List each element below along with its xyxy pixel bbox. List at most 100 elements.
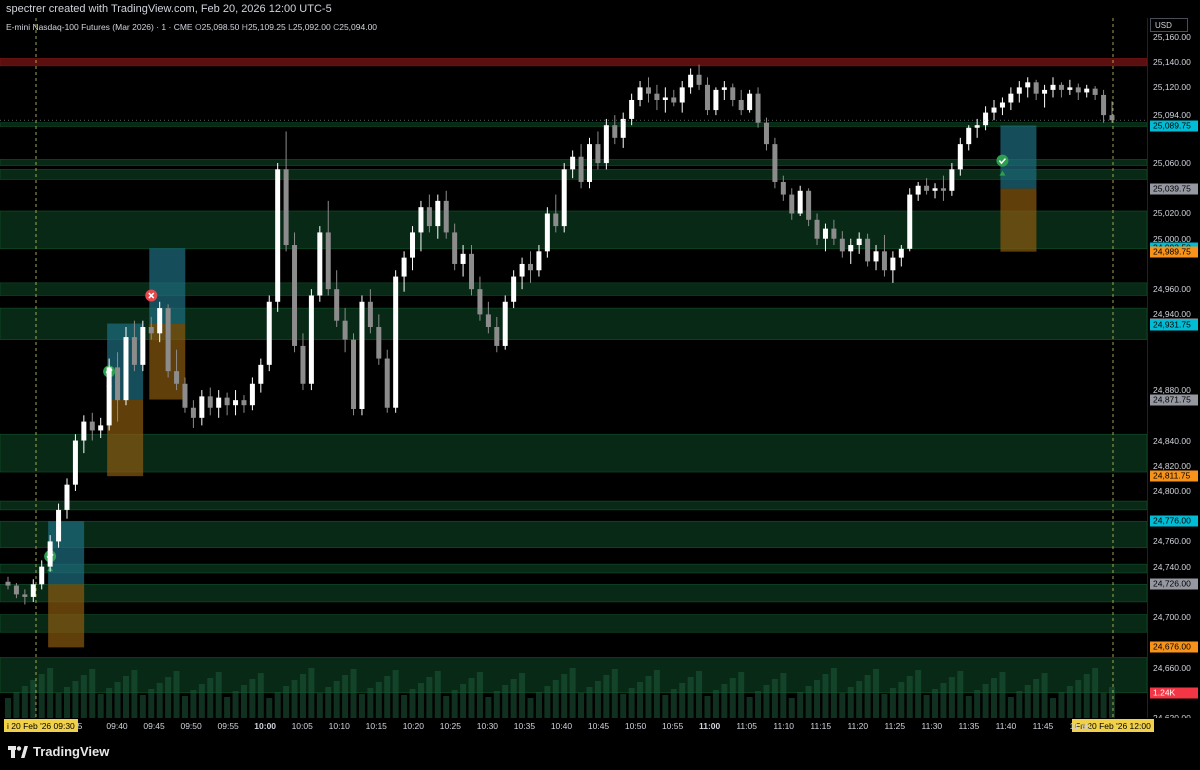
currency-selector[interactable]: USD xyxy=(1150,18,1188,32)
price-level-tag: 24,811.75 xyxy=(1150,470,1198,482)
candle-body xyxy=(890,257,896,271)
volume-bar xyxy=(165,677,172,718)
candle-body xyxy=(966,127,972,145)
candle-body xyxy=(747,93,753,111)
candle-body xyxy=(586,144,592,182)
price-tag-value: 1.24K xyxy=(1153,687,1176,698)
time-axis[interactable]: i 20 Feb '26 09:30 Fri 20 Feb '26 12:00 … xyxy=(0,718,1154,732)
candle-body xyxy=(1084,88,1090,93)
volume-bar xyxy=(620,694,627,718)
price-tag-value: 24,726.00 xyxy=(1153,578,1191,589)
support-zone xyxy=(0,500,1147,511)
volume-bar xyxy=(207,678,214,718)
candle-body xyxy=(755,93,761,123)
volume-bar xyxy=(1075,680,1082,718)
candle-body xyxy=(1050,84,1056,90)
volume-bar xyxy=(476,672,483,718)
volume-bar xyxy=(106,688,113,718)
time-tick-label: 11:45 xyxy=(1032,721,1054,731)
support-zone xyxy=(0,169,1147,180)
time-tick-label: 10:40 xyxy=(550,721,573,731)
price-tag-value: 24,676.00 xyxy=(1153,641,1191,652)
candle-body xyxy=(98,425,104,431)
candle-body xyxy=(342,320,348,340)
candle-body xyxy=(435,200,441,227)
volume-bar xyxy=(991,678,998,718)
volume-bar xyxy=(788,698,795,718)
candle-body xyxy=(249,383,255,406)
volume-bar xyxy=(510,679,517,718)
candle-body xyxy=(72,440,78,485)
volume-bar xyxy=(940,683,947,718)
trade-stop-zone xyxy=(48,584,85,648)
volume-bar xyxy=(401,695,408,718)
candle-body xyxy=(485,314,491,328)
volume-bar xyxy=(889,688,896,718)
instrument-name[interactable]: E-mini Nasdaq-100 Futures (Mar 2026) · 1… xyxy=(6,22,193,32)
volume-bar xyxy=(5,698,11,718)
time-tick-label: 10:55 xyxy=(661,721,684,731)
low-value: 25,092.00 xyxy=(292,22,331,32)
tradingview-logo[interactable]: TradingView xyxy=(8,744,109,759)
candle-body xyxy=(932,188,938,191)
volume-bar xyxy=(552,680,559,718)
volume-bar xyxy=(594,681,601,718)
candle-body xyxy=(384,358,390,408)
volume-bar xyxy=(63,687,70,718)
candle-body xyxy=(241,400,247,406)
candle-body xyxy=(13,585,19,595)
candle-body xyxy=(983,112,989,126)
candle-body xyxy=(544,213,550,252)
time-tick-label: 10:45 xyxy=(587,721,610,731)
volume-bar xyxy=(856,681,863,718)
candle-body xyxy=(317,232,323,296)
volume-bar xyxy=(451,690,458,718)
price-level-tag: 24,989.75 xyxy=(1150,246,1198,258)
price-level-tag: 25,039.75 xyxy=(1150,183,1198,195)
volume-bar xyxy=(864,675,871,718)
candle-body xyxy=(578,156,584,182)
candle-body xyxy=(216,397,222,408)
volume-bar xyxy=(1033,679,1040,718)
volume-bar xyxy=(434,671,441,718)
volume-bar xyxy=(198,684,205,718)
price-tag-value: 24,989.75 xyxy=(1153,246,1191,257)
volume-bar xyxy=(535,692,542,718)
support-zone xyxy=(0,563,1147,574)
candle-body xyxy=(772,144,778,182)
candle-body xyxy=(1008,93,1014,103)
candle-body xyxy=(662,97,668,100)
volume-bar xyxy=(637,682,644,718)
price-axis[interactable]: 25,160.0025,140.0025,120.0025,100.0025,0… xyxy=(1147,18,1200,718)
candle-body xyxy=(688,74,694,88)
time-tick-label: 10:25 xyxy=(439,721,461,731)
candle-body xyxy=(1092,88,1098,95)
volume-bar xyxy=(358,694,365,718)
candle-body xyxy=(174,371,180,384)
volume-bar xyxy=(805,686,812,718)
volume-bar xyxy=(915,670,922,718)
candle-body xyxy=(629,99,635,119)
price-tick-label: 24,840.00 xyxy=(1153,435,1191,446)
candle-body xyxy=(89,421,95,431)
candle-body xyxy=(940,188,946,191)
volume-bar xyxy=(122,676,129,718)
candle-body xyxy=(334,289,340,321)
candle-body xyxy=(881,251,887,271)
candle-body xyxy=(839,238,845,252)
volume-bar xyxy=(603,675,610,718)
candle-body xyxy=(64,484,70,510)
candle-body xyxy=(148,327,154,334)
volume-bar xyxy=(80,675,87,718)
candlestick-chart[interactable] xyxy=(0,18,1147,718)
candle-body xyxy=(452,232,458,264)
time-tick-label: 11:35 xyxy=(958,721,980,731)
support-zone xyxy=(0,584,1147,603)
candle-body xyxy=(898,248,904,258)
candle-body xyxy=(359,301,365,409)
time-tick-label: 11:05 xyxy=(736,721,757,731)
close-value: 25,094.00 xyxy=(339,22,378,32)
chart-pane[interactable] xyxy=(0,18,1147,718)
time-tick-label: 09:55 xyxy=(217,721,239,731)
time-tick-label: 11:40 xyxy=(995,721,1017,731)
